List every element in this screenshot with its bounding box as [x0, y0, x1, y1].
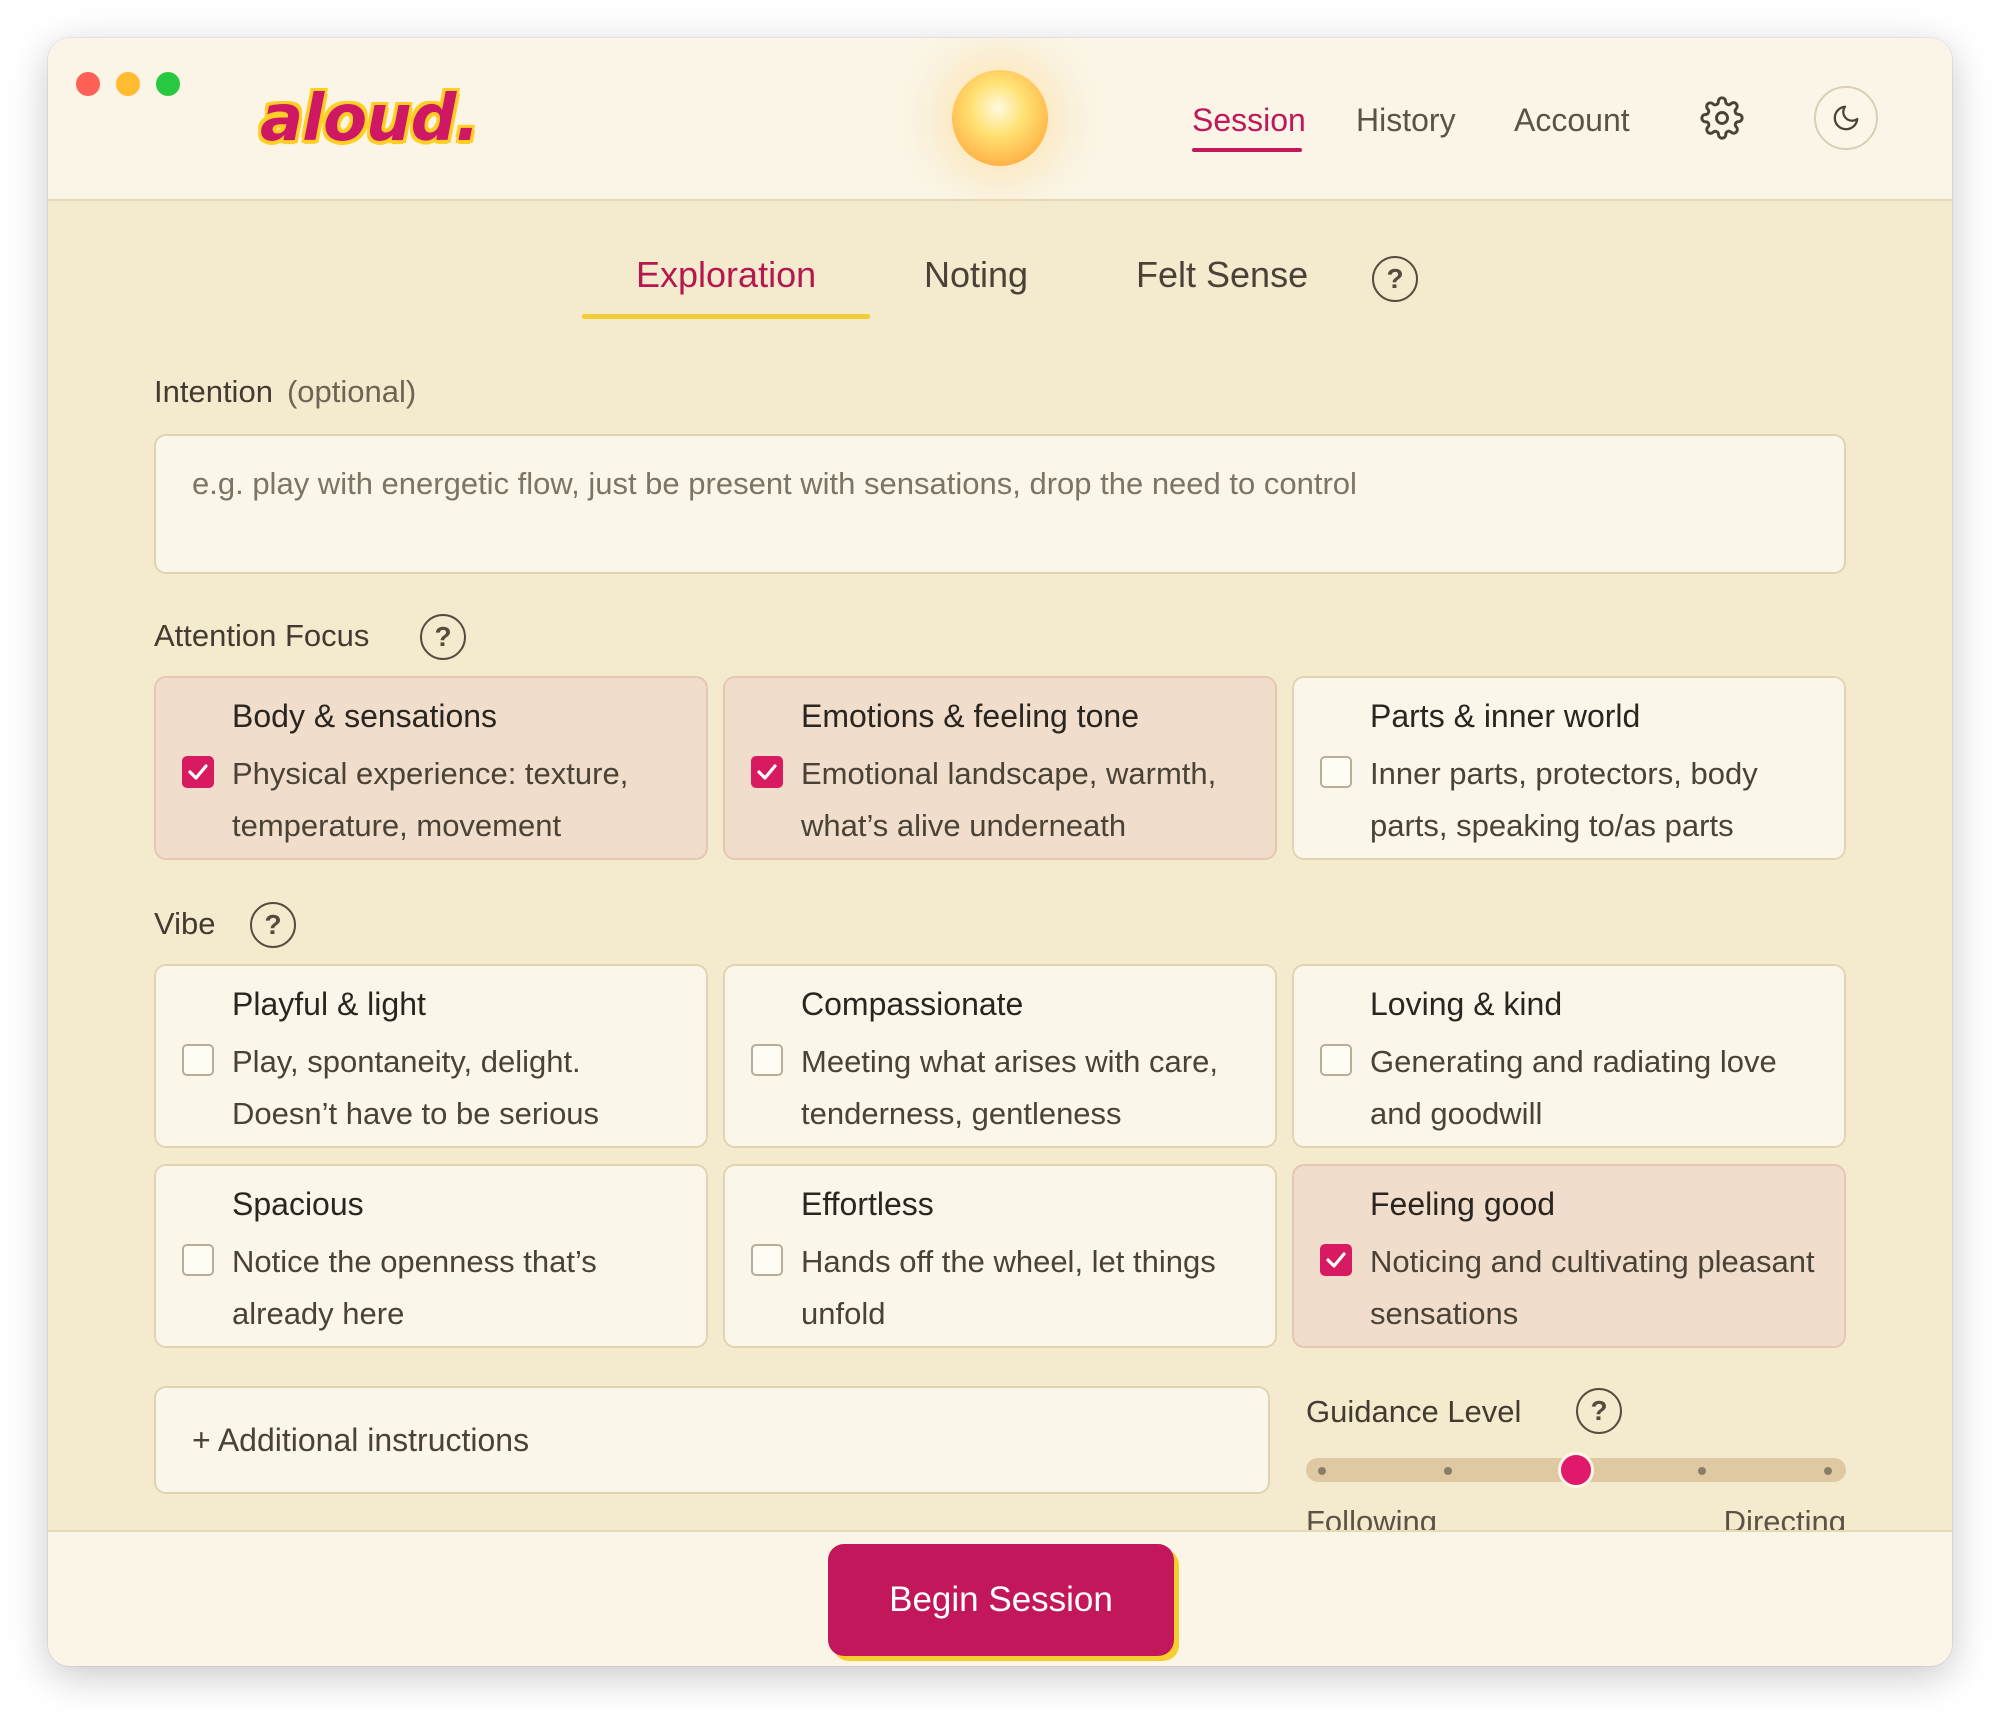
slider-step-dot — [1824, 1467, 1832, 1475]
focus-option-emotions[interactable]: Emotions & feeling tone Emotional landsc… — [723, 676, 1277, 860]
focus-option-title: Parts & inner world — [1370, 698, 1641, 734]
checkmark-icon — [188, 764, 208, 780]
guidance-level-label: Guidance Level — [1306, 1394, 1522, 1429]
vibe-checkbox-feeling-good[interactable] — [1320, 1244, 1352, 1276]
nav-active-indicator — [1192, 148, 1302, 152]
vibe-checkbox-compassionate[interactable] — [751, 1044, 783, 1076]
intention-placeholder: e.g. play with energetic flow, just be p… — [192, 466, 1357, 501]
focus-checkbox-body[interactable] — [182, 756, 214, 788]
focus-option-title: Body & sensations — [232, 698, 498, 734]
vibe-option-effortless[interactable]: Effortless Hands off the wheel, let thin… — [723, 1164, 1277, 1348]
tab-felt-sense[interactable]: Felt Sense — [1136, 254, 1308, 296]
sun-orb-icon — [952, 70, 1048, 166]
zoom-window-button[interactable] — [156, 72, 180, 96]
nav-account[interactable]: Account — [1514, 102, 1630, 139]
intention-input[interactable]: e.g. play with energetic flow, just be p… — [154, 434, 1846, 574]
vibe-option-title: Feeling good — [1370, 1186, 1556, 1222]
vibe-option-playful[interactable]: Playful & light Play, spontaneity, delig… — [154, 964, 708, 1148]
intention-label: Intention (optional) — [154, 374, 416, 410]
guidance-help-icon[interactable]: ? — [1576, 1388, 1622, 1434]
guidance-slider[interactable] — [1306, 1452, 1846, 1488]
moon-icon — [1833, 105, 1859, 131]
checkmark-icon — [757, 764, 777, 780]
focus-checkbox-emotions[interactable] — [751, 756, 783, 788]
attention-focus-help-icon[interactable]: ? — [420, 614, 466, 660]
checkmark-icon — [1326, 1252, 1346, 1268]
theme-toggle-button[interactable] — [1814, 86, 1878, 150]
vibe-option-spacious[interactable]: Spacious Notice the openness that’s alre… — [154, 1164, 708, 1348]
additional-instructions-button[interactable]: + Additional instructions — [154, 1386, 1270, 1494]
minimize-window-button[interactable] — [116, 72, 140, 96]
vibe-option-feeling-good[interactable]: Feeling good Noticing and cultivating pl… — [1292, 1164, 1846, 1348]
intention-label-text: Intention — [154, 374, 273, 409]
slider-step-dot — [1444, 1467, 1452, 1475]
vibe-label: Vibe — [154, 906, 216, 941]
gear-icon[interactable] — [1700, 96, 1744, 140]
close-window-button[interactable] — [76, 72, 100, 96]
app-window: aloud. Session History Account Explorati… — [48, 38, 1952, 1666]
focus-checkbox-parts[interactable] — [1320, 756, 1352, 788]
focus-option-body[interactable]: Body & sensations Physical experience: t… — [154, 676, 708, 860]
vibe-option-description: Play, spontaneity, delight. Doesn’t have… — [232, 1044, 600, 1131]
vibe-checkbox-loving[interactable] — [1320, 1044, 1352, 1076]
attention-focus-label: Attention Focus — [154, 618, 370, 653]
app-logo: aloud. — [260, 82, 480, 156]
focus-option-parts[interactable]: Parts & inner world Inner parts, protect… — [1292, 676, 1846, 860]
vibe-option-title: Effortless — [801, 1186, 934, 1222]
nav-session[interactable]: Session — [1192, 102, 1306, 139]
focus-option-description: Emotional landscape, warmth, what’s aliv… — [801, 756, 1217, 843]
vibe-option-loving[interactable]: Loving & kind Generating and radiating l… — [1292, 964, 1846, 1148]
focus-option-description: Physical experience: texture, temperatur… — [232, 756, 629, 843]
title-bar: aloud. Session History Account — [48, 38, 1952, 201]
vibe-option-compassionate[interactable]: Compassionate Meeting what arises with c… — [723, 964, 1277, 1148]
tab-exploration[interactable]: Exploration — [636, 254, 816, 296]
vibe-option-title: Spacious — [232, 1186, 364, 1222]
guidance-slider-thumb[interactable] — [1558, 1452, 1594, 1488]
focus-option-description: Inner parts, protectors, body parts, spe… — [1370, 756, 1758, 843]
tab-active-indicator — [582, 314, 870, 319]
vibe-option-description: Notice the openness that’s already here — [232, 1244, 597, 1331]
vibe-option-title: Compassionate — [801, 986, 1024, 1022]
vibe-option-description: Noticing and cultivating pleasant sensat… — [1370, 1244, 1815, 1331]
vibe-option-description: Meeting what arises with care, tendernes… — [801, 1044, 1218, 1131]
slider-step-dot — [1698, 1467, 1706, 1475]
intention-optional-label: (optional) — [286, 374, 417, 409]
focus-option-title: Emotions & feeling tone — [801, 698, 1139, 734]
vibe-help-icon[interactable]: ? — [250, 902, 296, 948]
vibe-option-title: Loving & kind — [1370, 986, 1563, 1022]
vibe-checkbox-effortless[interactable] — [751, 1244, 783, 1276]
tab-noting[interactable]: Noting — [924, 254, 1028, 296]
slider-step-dot — [1318, 1467, 1326, 1475]
modes-help-icon[interactable]: ? — [1372, 256, 1418, 302]
vibe-option-description: Hands off the wheel, let things unfold — [801, 1244, 1216, 1331]
begin-session-button[interactable]: Begin Session — [828, 1544, 1174, 1656]
vibe-option-description: Generating and radiating love and goodwi… — [1370, 1044, 1777, 1131]
vibe-checkbox-spacious[interactable] — [182, 1244, 214, 1276]
nav-history[interactable]: History — [1356, 102, 1456, 139]
vibe-option-title: Playful & light — [232, 986, 426, 1022]
vibe-checkbox-playful[interactable] — [182, 1044, 214, 1076]
